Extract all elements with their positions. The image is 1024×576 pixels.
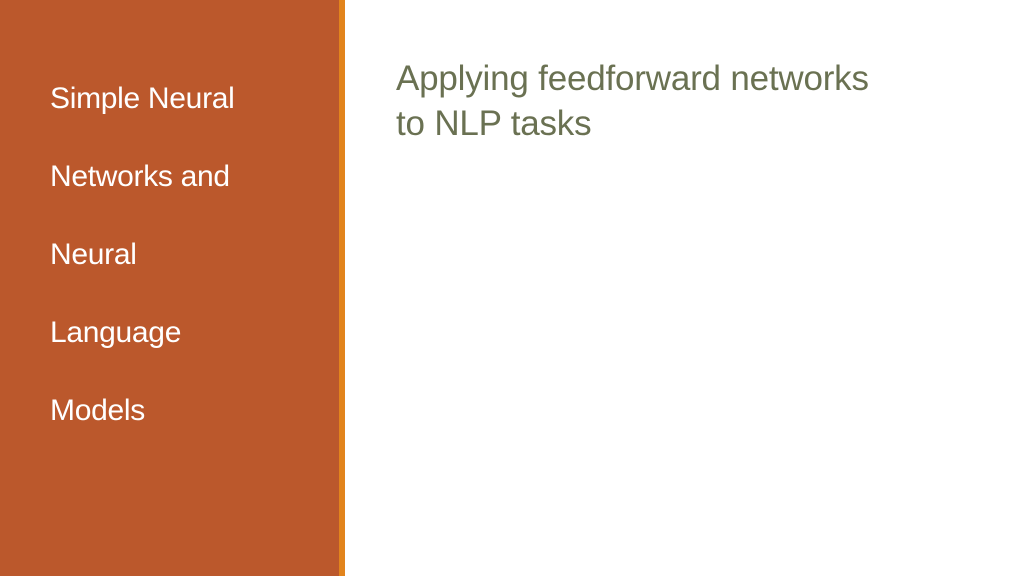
- section-title-line: Neural: [50, 238, 137, 271]
- slide-title-line: Applying feedforward networks: [396, 59, 869, 98]
- left-panel: Simple Neural Networks and Neural Langua…: [0, 0, 339, 576]
- section-title: Simple Neural Networks and Neural Langua…: [50, 40, 310, 469]
- section-title-line: Simple Neural: [50, 82, 235, 115]
- section-title-line: Language: [50, 316, 182, 349]
- accent-stripe: [339, 0, 345, 576]
- slide-title-line: to NLP tasks: [396, 104, 592, 143]
- section-title-line: Models: [50, 394, 145, 427]
- section-title-line: Networks and: [50, 160, 230, 193]
- slide-title: Applying feedforward networks to NLP tas…: [396, 56, 976, 146]
